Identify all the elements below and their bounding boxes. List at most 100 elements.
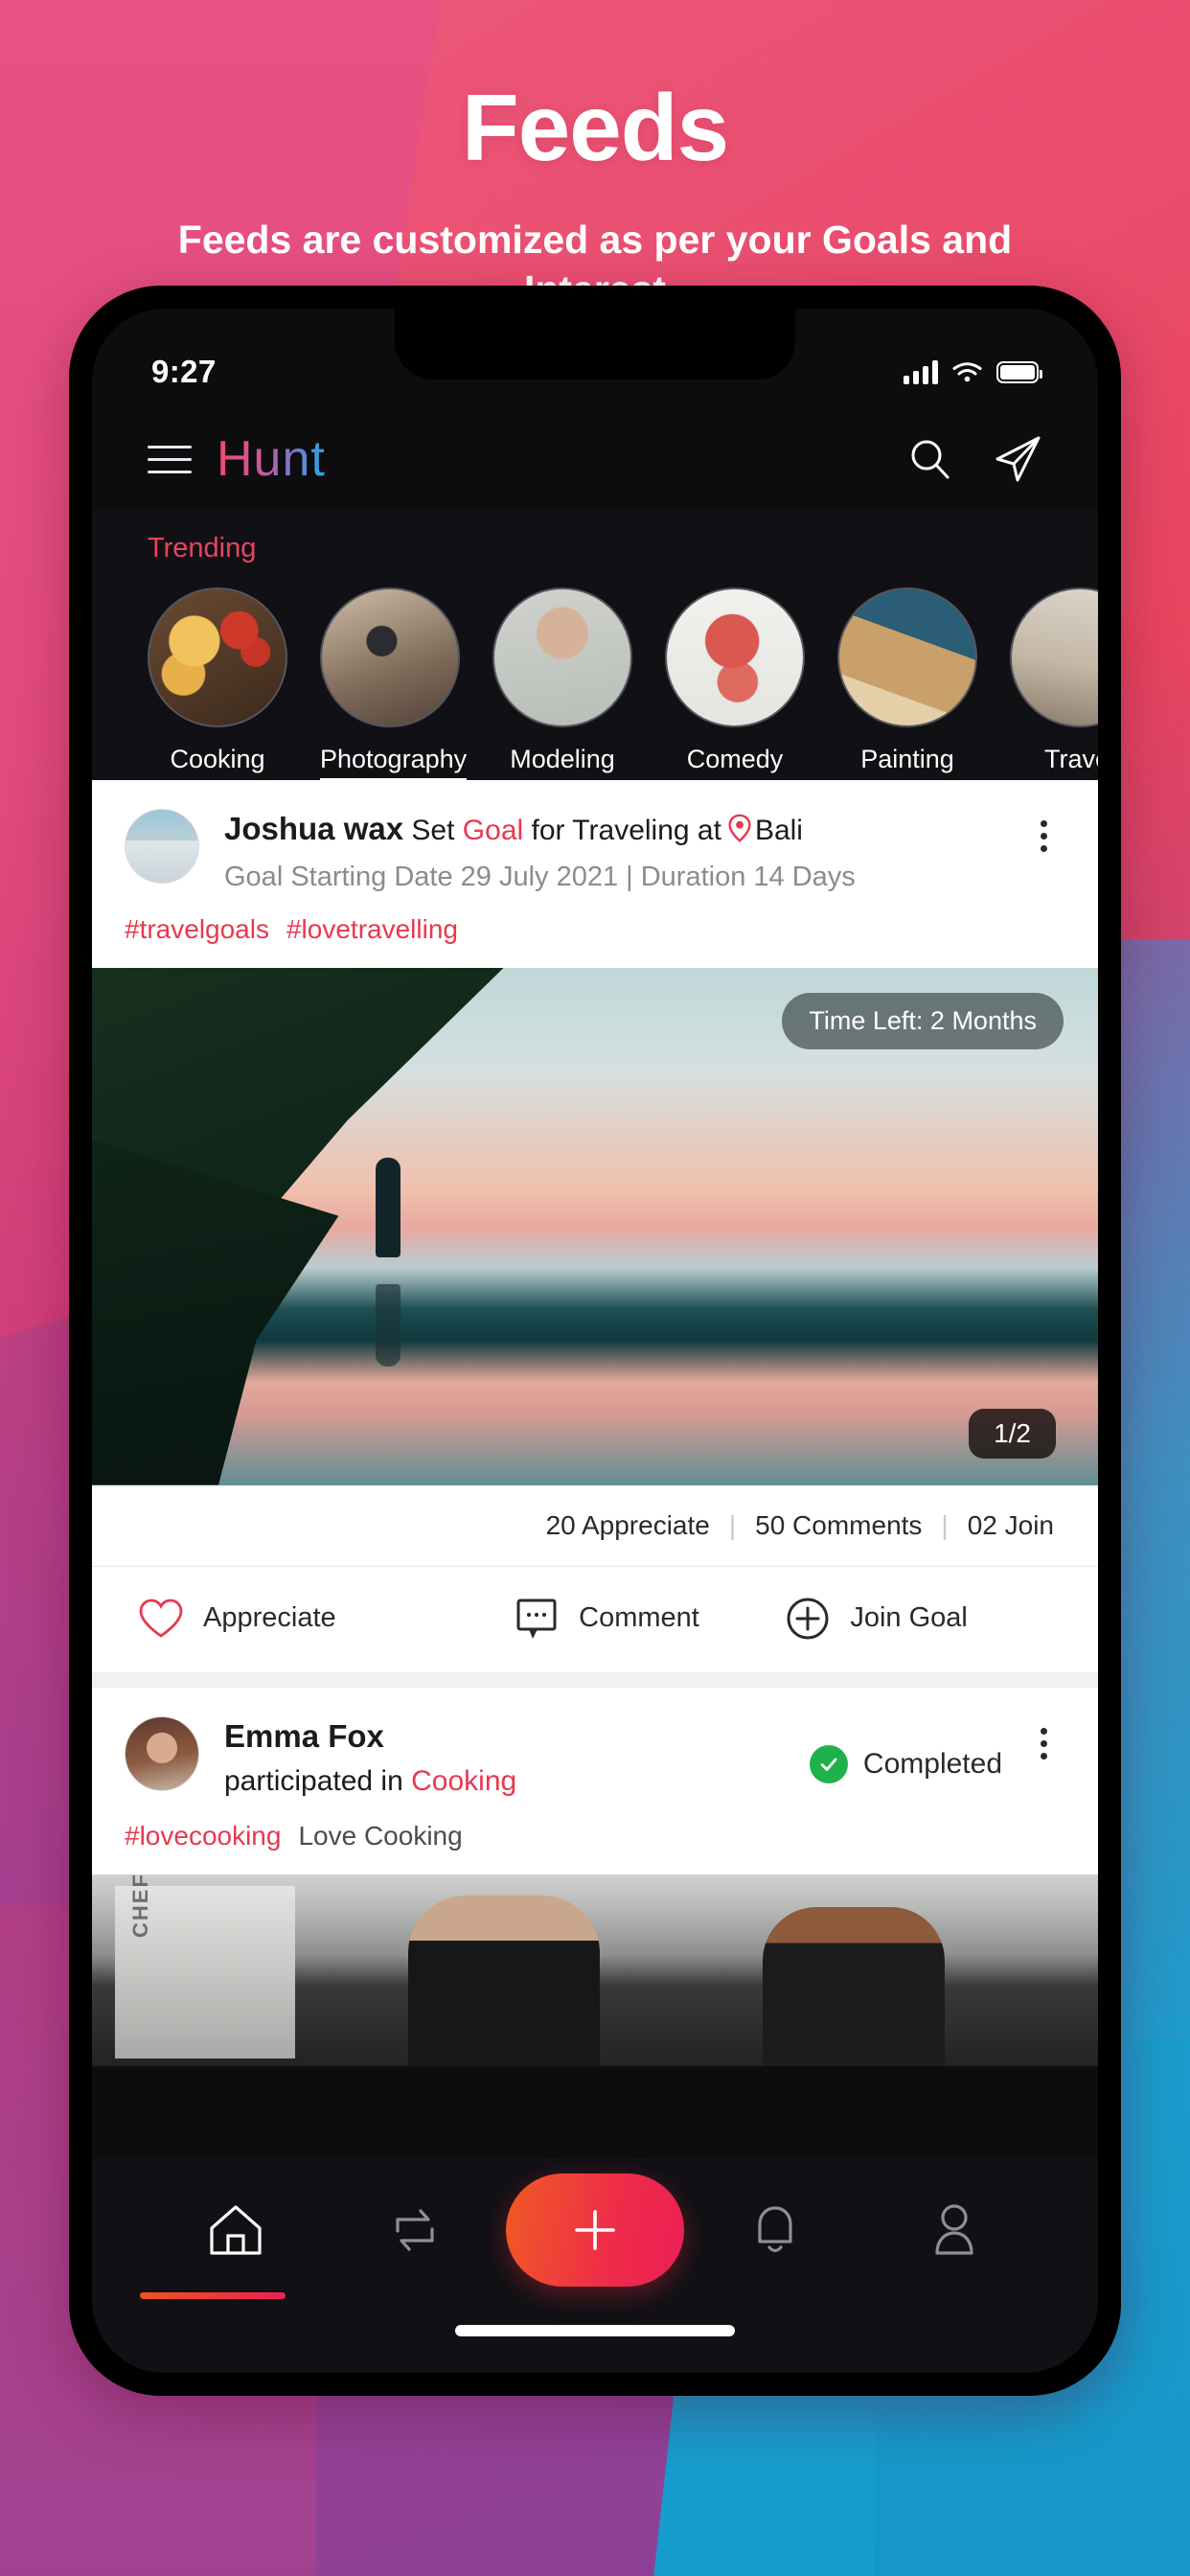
comment-button[interactable]: Comment <box>451 1596 765 1642</box>
post-caption: Love Cooking <box>298 1820 463 1851</box>
app-bar-actions <box>908 435 1042 483</box>
post-action-bar: Appreciate Comment Join Goal <box>92 1565 1098 1672</box>
carousel-counter-badge: 1/2 <box>969 1408 1056 1459</box>
brand-logo: Hunt <box>217 431 326 487</box>
comment-bubble-icon <box>516 1598 557 1639</box>
post-header-text: Joshua wax Set Goal for Traveling at Bali… <box>224 809 1021 893</box>
signal-bars-icon <box>904 359 938 384</box>
promo-title: Feeds <box>461 75 729 180</box>
promo-headline-block: Feeds Feeds are customized as per your G… <box>0 0 1190 314</box>
more-options-icon[interactable] <box>1021 1716 1065 1800</box>
category-label: Photography <box>320 745 468 780</box>
plus-circle-icon <box>787 1598 829 1639</box>
hashtag[interactable]: #lovecooking <box>125 1821 281 1851</box>
status-bar-time: 9:27 <box>151 354 217 389</box>
post-author-name[interactable]: Emma Fox <box>224 1718 384 1754</box>
post-action-pre: participated in <box>224 1765 412 1797</box>
image-chef-2 <box>763 1906 945 2066</box>
avatar[interactable] <box>125 809 199 884</box>
hashtag[interactable]: #travelgoals <box>125 914 269 944</box>
feed-list: Joshua wax Set Goal for Traveling at Bali… <box>92 780 1098 2066</box>
stat-separator: | <box>728 1509 737 1540</box>
bell-icon <box>757 2206 792 2253</box>
post-header-text: Emma Fox participated in Cooking <box>224 1716 810 1800</box>
trending-section: Trending Cooking Photography Modeling Comed… <box>92 510 1098 780</box>
post-media[interactable]: Time Left: 2 Months 1/2 <box>92 967 1098 1485</box>
phone-mockup: 9:27 Hunt Trending Cooking Photography M… <box>69 286 1121 2396</box>
post-meta: Goal Starting Date 29 July 2021 | Durati… <box>224 861 856 892</box>
category-label: Modeling <box>510 745 615 773</box>
phone-notch <box>395 309 795 380</box>
plus-icon <box>575 2210 615 2250</box>
wifi-icon <box>952 362 982 382</box>
post-headline: Emma Fox <box>224 1716 810 1757</box>
trending-category-list[interactable]: Cooking Photography Modeling Comedy Painting… <box>92 564 1098 780</box>
image-chef-1 <box>408 1895 600 2066</box>
category-label: Comedy <box>686 745 784 773</box>
nav-item-notifications[interactable] <box>685 2201 865 2259</box>
category-thumbnail <box>1010 587 1098 727</box>
avatar[interactable] <box>125 1715 199 1791</box>
appreciate-label: Appreciate <box>203 1602 336 1633</box>
feed-divider <box>92 1671 1098 1688</box>
appreciate-button[interactable]: Appreciate <box>92 1596 451 1642</box>
join-goal-label: Join Goal <box>850 1602 968 1633</box>
home-icon <box>210 2205 262 2255</box>
post-action-highlight: Goal <box>462 815 524 846</box>
hashtag[interactable]: #lovetravelling <box>286 914 458 944</box>
image-oven-text: CHEFTOP <box>128 1874 152 1938</box>
trending-title: Trending <box>148 533 257 564</box>
category-thumbnail <box>665 587 805 727</box>
trending-category-modeling[interactable]: Modeling <box>492 587 632 780</box>
category-label: Cooking <box>170 745 265 773</box>
battery-icon <box>996 360 1042 383</box>
post-subline: participated in Cooking <box>224 1763 810 1800</box>
post-tags: #travelgoals #lovetravelling <box>92 893 1098 968</box>
post-image-cooking[interactable]: CHEFTOP <box>92 1874 1098 2066</box>
phone-screen: 9:27 Hunt Trending Cooking Photography M… <box>92 309 1098 2373</box>
trending-category-painting[interactable]: Painting <box>837 587 977 780</box>
status-bar-indicators <box>904 359 1042 384</box>
nav-item-profile[interactable] <box>864 2201 1044 2259</box>
send-message-icon[interactable] <box>993 435 1042 483</box>
status-badge: Completed <box>809 1716 1002 1800</box>
join-goal-button[interactable]: Join Goal <box>764 1596 1098 1642</box>
trending-category-cooking[interactable]: Cooking <box>148 587 287 780</box>
category-thumbnail <box>148 587 287 727</box>
nav-item-create[interactable] <box>505 2174 685 2287</box>
trending-category-photography[interactable]: Photography <box>320 587 468 780</box>
category-label: Travel <box>1043 745 1098 773</box>
feed-post-joshua: Joshua wax Set Goal for Traveling at Bali… <box>92 780 1098 1672</box>
home-indicator <box>455 2325 735 2336</box>
stat-appreciate[interactable]: 20 Appreciate <box>546 1510 710 1540</box>
repeat-swap-icon <box>396 2209 434 2251</box>
time-left-badge: Time Left: 2 Months <box>782 992 1064 1049</box>
category-label: Painting <box>860 745 954 773</box>
search-icon[interactable] <box>908 437 952 481</box>
hamburger-menu-icon[interactable] <box>148 445 192 473</box>
post-author-name[interactable]: Joshua wax <box>224 811 403 846</box>
more-options-icon[interactable] <box>1021 809 1065 893</box>
post-stats: 20 Appreciate | 50 Comments | 02 Join <box>92 1484 1098 1566</box>
nav-item-exchange[interactable] <box>326 2202 506 2258</box>
nav-item-home[interactable] <box>140 2201 326 2299</box>
feed-post-emma: Emma Fox participated in Cooking Complet… <box>92 1687 1098 2066</box>
post-headline: Joshua wax Set Goal for Traveling at Bali <box>224 809 1021 852</box>
heart-icon <box>139 1598 183 1638</box>
stat-comments[interactable]: 50 Comments <box>755 1510 922 1540</box>
stat-join[interactable]: 02 Join <box>968 1510 1054 1540</box>
bottom-navigation <box>92 2158 1098 2373</box>
check-circle-icon <box>809 1745 848 1783</box>
post-header: Emma Fox participated in Cooking Complet… <box>92 1688 1098 1800</box>
trending-category-comedy[interactable]: Comedy <box>665 587 805 780</box>
image-silhouette-reflection <box>376 1283 400 1367</box>
post-action-highlight[interactable]: Cooking <box>411 1765 516 1797</box>
trending-category-travel[interactable]: Travel <box>1010 587 1098 780</box>
post-action-post: for Traveling at <box>523 815 721 846</box>
image-silhouette <box>376 1157 400 1257</box>
image-oven-shape: CHEFTOP <box>115 1874 295 2058</box>
person-icon <box>935 2204 973 2255</box>
post-action-pre: Set <box>411 815 463 846</box>
category-thumbnail <box>320 587 460 727</box>
create-post-fab[interactable] <box>505 2174 684 2287</box>
